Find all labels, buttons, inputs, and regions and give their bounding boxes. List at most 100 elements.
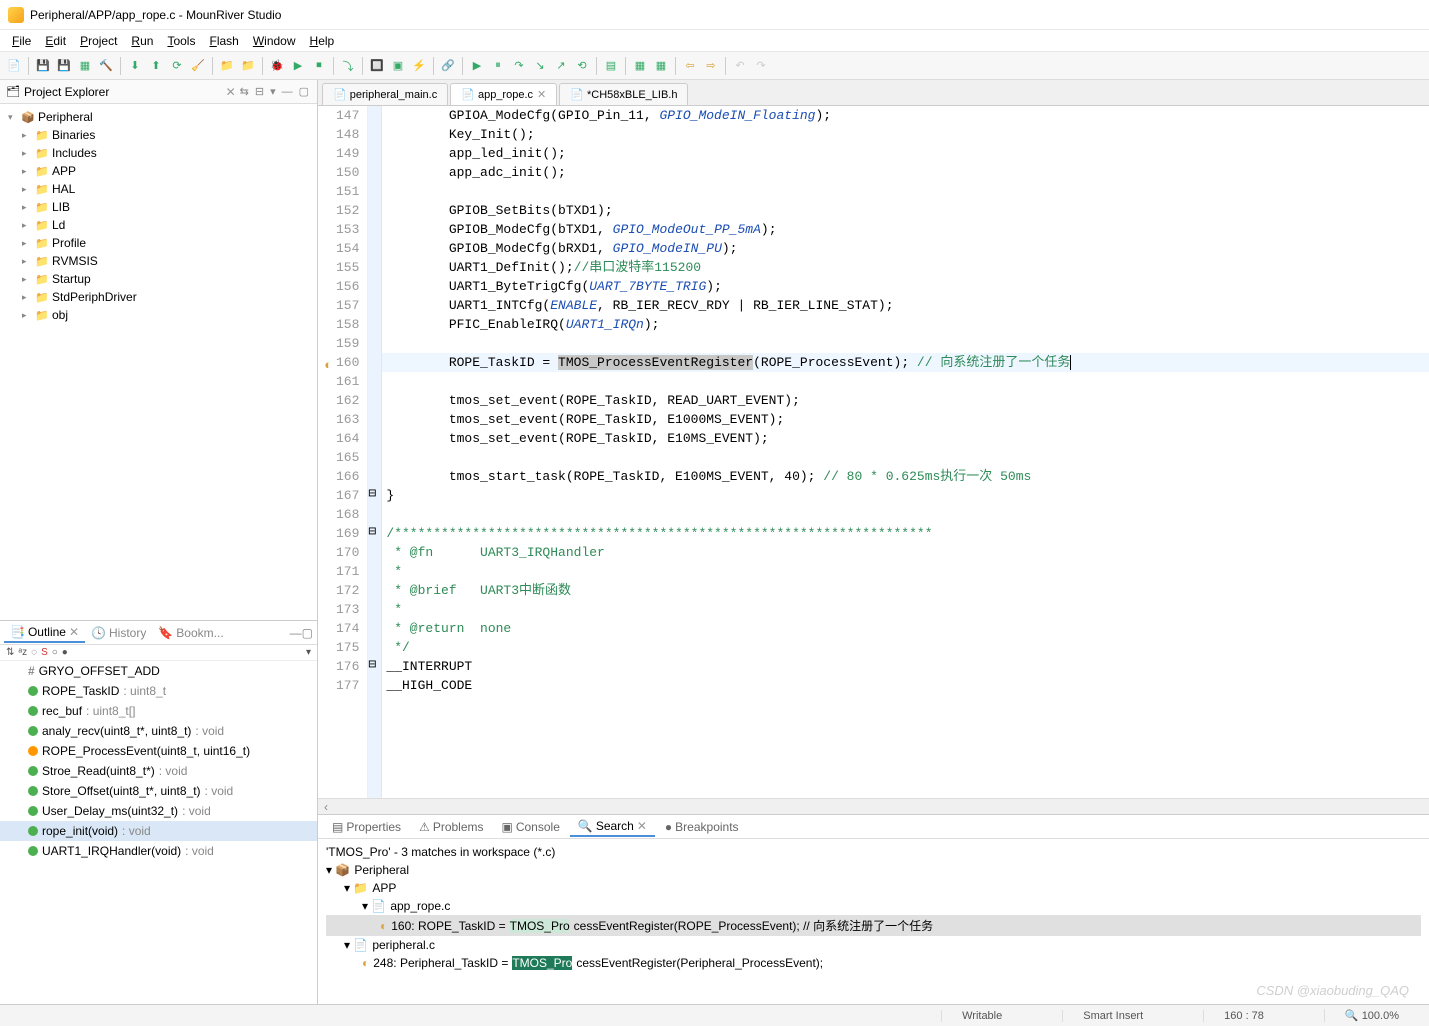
outline-toolbar: ⇅ ᵃz ◌ S ○ ● ▾	[0, 645, 317, 661]
menu-help[interactable]: Help	[304, 32, 341, 50]
tb-link-icon[interactable]: 🔗	[439, 57, 457, 75]
outline-item[interactable]: Stroe_Read(uint8_t*) : void	[0, 761, 317, 781]
tb-folder2-icon[interactable]: 📁	[239, 57, 257, 75]
project-explorer-close-icon[interactable]: ✕	[224, 85, 238, 99]
search-match-1[interactable]: ◐ 160: ROPE_TaskID = TMOS_ProcessEventRe…	[326, 915, 1421, 936]
outline-item[interactable]: User_Delay_ms(uint32_t) : void	[0, 801, 317, 821]
outline-item[interactable]: rec_buf : uint8_t[]	[0, 701, 317, 721]
tree-item-binaries[interactable]: ▸📁Binaries	[0, 126, 317, 144]
tab-problems[interactable]: ⚠ Problems	[411, 818, 491, 836]
search-node-folder[interactable]: ▾ 📁APP	[326, 879, 1421, 897]
outline-min-icon[interactable]: —	[290, 626, 302, 640]
tb-resume-icon[interactable]: ▶	[468, 57, 486, 75]
tree-item-startup[interactable]: ▸📁Startup	[0, 270, 317, 288]
tab-bookmarks[interactable]: 🔖 Bookm...	[152, 624, 229, 642]
tb-stop-icon[interactable]: ⏹	[310, 57, 328, 75]
filter-o-icon[interactable]: ○	[52, 647, 58, 658]
editor-tab[interactable]: 📄 peripheral_main.c	[322, 83, 448, 105]
outline-item[interactable]: analy_recv(uint8_t*, uint8_t) : void	[0, 721, 317, 741]
tb-term-icon[interactable]: ▣	[389, 57, 407, 75]
menu-flash[interactable]: Flash	[203, 32, 244, 50]
tb-persp-icon[interactable]: ▦	[631, 57, 649, 75]
tree-item-ld[interactable]: ▸📁Ld	[0, 216, 317, 234]
outline-max-icon[interactable]: ▢	[302, 626, 313, 640]
tb-back-icon[interactable]: ⇦	[681, 57, 699, 75]
tab-properties[interactable]: ▤ Properties	[324, 818, 409, 836]
tb-step-icon[interactable]: ⤵	[339, 57, 357, 75]
tree-item-app[interactable]: ▸📁APP	[0, 162, 317, 180]
tb-saveall-icon[interactable]: 💾	[55, 57, 73, 75]
tb-stepover-icon[interactable]: ↷	[510, 57, 528, 75]
tree-item-stdperiphdriver[interactable]: ▸📁StdPeriphDriver	[0, 288, 317, 306]
outline-item[interactable]: ROPE_ProcessEvent(uint8_t, uint16_t)	[0, 741, 317, 761]
tb-bug-icon[interactable]: 🐞	[268, 57, 286, 75]
menu-file[interactable]: File	[6, 32, 37, 50]
search-node-project[interactable]: ▾ 📦Peripheral	[326, 861, 1421, 879]
tb-stepin-icon[interactable]: ↘	[531, 57, 549, 75]
outline-menu-icon[interactable]: ▾	[306, 647, 311, 658]
tab-outline[interactable]: 📑 Outline ✕	[4, 623, 85, 643]
maximize-icon[interactable]: ▢	[297, 85, 311, 98]
editor-tab[interactable]: 📄 *CH58xBLE_LIB.h	[559, 83, 688, 105]
tb-folder-icon[interactable]: 📁	[218, 57, 236, 75]
code-editor[interactable]: 1471481491501511521531541551561571581591…	[318, 106, 1429, 798]
editor-hscroll[interactable]: ‹	[318, 798, 1429, 814]
tb-chip-icon[interactable]: 🔲	[368, 57, 386, 75]
search-node-file1[interactable]: ▾ 📄app_rope.c	[326, 897, 1421, 915]
menu-project[interactable]: Project	[74, 32, 123, 50]
tree-item-obj[interactable]: ▸📁obj	[0, 306, 317, 324]
tb-reg-icon[interactable]: ▤	[602, 57, 620, 75]
tb-save-icon[interactable]: 💾	[34, 57, 52, 75]
focus-icon[interactable]: ⊟	[253, 85, 266, 98]
outline-item[interactable]: UART1_IRQHandler(void) : void	[0, 841, 317, 861]
menu-run[interactable]: Run	[125, 32, 159, 50]
outline-list[interactable]: #GRYO_OFFSET_ADDROPE_TaskID : uint8_trec…	[0, 661, 317, 1004]
search-match-2[interactable]: ◐ 248: Peripheral_TaskID = TMOS_ProcessE…	[326, 954, 1421, 972]
tree-item-rvmsis[interactable]: ▸📁RVMSIS	[0, 252, 317, 270]
filter2-icon[interactable]: ●	[62, 647, 68, 658]
tree-item-includes[interactable]: ▸📁Includes	[0, 144, 317, 162]
tab-search[interactable]: 🔍 Search ✕	[570, 817, 655, 837]
minimize-icon[interactable]: —	[280, 86, 295, 98]
tab-history[interactable]: 🕓 History	[85, 624, 152, 642]
tb-run-icon[interactable]: ▶	[289, 57, 307, 75]
tb-persp2-icon[interactable]: ▦	[652, 57, 670, 75]
tb-down-icon[interactable]: ⬇	[126, 57, 144, 75]
tb-fwd-icon[interactable]: ⇨	[702, 57, 720, 75]
link-editor-icon[interactable]: ⇆	[238, 85, 251, 98]
tb-refresh-icon[interactable]: ⟳	[168, 57, 186, 75]
tb-new-icon[interactable]: 📄	[5, 57, 23, 75]
tb-up-icon[interactable]: ⬆	[147, 57, 165, 75]
hide-icon[interactable]: ◌	[31, 647, 37, 658]
tb-bolt-icon[interactable]: ⚡	[410, 57, 428, 75]
tb-grid-icon[interactable]: ▦	[76, 57, 94, 75]
sort-icon[interactable]: ⇅	[6, 647, 14, 658]
tb-restart-icon[interactable]: ⟲	[573, 57, 591, 75]
menu-edit[interactable]: Edit	[39, 32, 72, 50]
tree-item-profile[interactable]: ▸📁Profile	[0, 234, 317, 252]
outline-item[interactable]: rope_init(void) : void	[0, 821, 317, 841]
tree-item-hal[interactable]: ▸📁HAL	[0, 180, 317, 198]
tb-redo-icon[interactable]: ↷	[752, 57, 770, 75]
project-tree[interactable]: ▾📦 Peripheral ▸📁Binaries▸📁Includes▸📁APP▸…	[0, 104, 317, 620]
outline-item[interactable]: Store_Offset(uint8_t*, uint8_t) : void	[0, 781, 317, 801]
az-icon[interactable]: ᵃz	[18, 647, 27, 658]
tb-pause-icon[interactable]: ⏸	[489, 57, 507, 75]
tree-item-lib[interactable]: ▸📁LIB	[0, 198, 317, 216]
tab-console[interactable]: ▣ Console	[494, 818, 568, 836]
tb-undo-icon[interactable]: ↶	[731, 57, 749, 75]
search-node-file2[interactable]: ▾ 📄peripheral.c	[326, 936, 1421, 954]
outline-item[interactable]: ROPE_TaskID : uint8_t	[0, 681, 317, 701]
filter-icon[interactable]: ▾	[268, 85, 278, 98]
tree-root[interactable]: ▾📦 Peripheral	[0, 108, 317, 126]
tb-stepout-icon[interactable]: ↗	[552, 57, 570, 75]
tab-breakpoints[interactable]: ● Breakpoints	[657, 818, 747, 836]
tb-clean-icon[interactable]: 🧹	[189, 57, 207, 75]
menu-window[interactable]: Window	[247, 32, 302, 50]
editor-tab[interactable]: 📄 app_rope.c ✕	[450, 83, 557, 105]
outline-item[interactable]: #GRYO_OFFSET_ADD	[0, 661, 317, 681]
tb-build-icon[interactable]: 🔨	[97, 57, 115, 75]
filter-s-icon[interactable]: S	[41, 647, 48, 658]
search-results[interactable]: 'TMOS_Pro' - 3 matches in workspace (*.c…	[318, 839, 1429, 1004]
menu-tools[interactable]: Tools	[161, 32, 201, 50]
